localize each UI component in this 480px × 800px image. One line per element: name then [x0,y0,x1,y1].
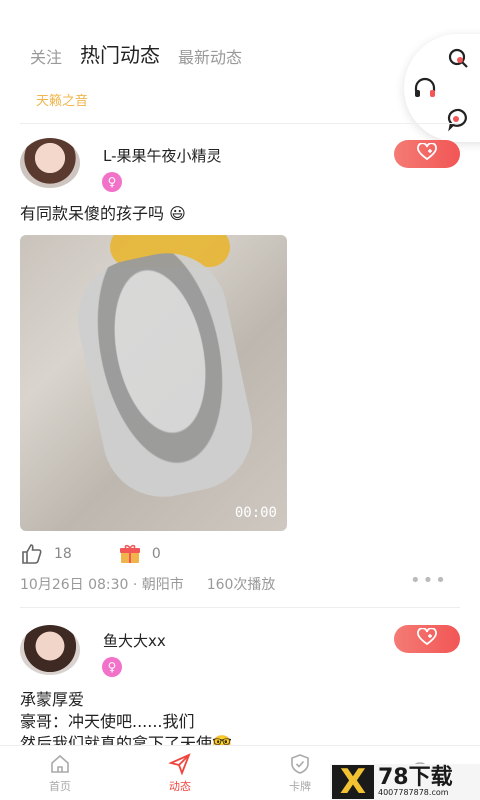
post-date: 10月26日 08:30 [20,577,129,593]
follow-button[interactable] [394,625,460,653]
home-icon [48,752,72,776]
post-username[interactable]: 鱼大大xx [103,630,166,651]
like-count: 18 [54,546,72,562]
shield-icon [288,752,312,776]
post-text: 有同款呆傻的孩子吗 😃 [20,204,186,223]
send-icon [168,752,192,776]
more-options-icon[interactable]: ••• [410,570,448,591]
search-icon[interactable] [446,46,472,72]
female-icon: ♀ [102,172,122,192]
tab-hot[interactable]: 热门动态 [76,39,165,72]
gift-count: 0 [151,546,161,562]
divider [20,123,460,124]
post-meta: 10月26日 08:30 · 朝阳市 160次播放 [20,574,275,594]
post-text-line: 承蒙厚爱 [20,690,85,709]
post-text-line: 然后我们就真的拿下了天使🤓 [20,734,232,745]
avatar[interactable] [20,625,80,675]
avatar[interactable] [20,138,80,188]
floating-actions-panel [404,34,480,142]
heart-plus-icon [417,142,437,165]
post-stats: 18 0 [20,542,161,566]
tab-latest[interactable]: 最新动态 [178,44,242,68]
heart-plus-icon [417,627,437,650]
post-username[interactable]: L-果果午夜小精灵 [103,145,222,166]
tab-follow[interactable]: 关注 [30,44,62,68]
watermark-title: 78下载 [378,765,453,790]
watermark-url: 4007787878.com [378,788,449,797]
post-text-line: 豪哥：冲天使吧......我们 [20,712,195,731]
cat-image [66,242,264,508]
nav-label: 卡牌 [289,780,311,793]
video-duration: 00:00 [234,505,277,521]
topic-tag[interactable]: 天籁之音 [36,90,88,109]
headset-icon[interactable] [412,76,438,102]
post-location: · 朝阳市 [132,577,184,593]
divider [20,607,460,608]
watermark-logo: X 78下载 4007787878.com [330,762,480,800]
nav-label: 首页 [49,780,71,793]
female-icon: ♀ [102,657,122,677]
follow-button[interactable] [394,140,460,168]
watermark-x: X [332,762,374,800]
play-count: 160次播放 [206,577,276,593]
nav-cards[interactable]: 卡牌 [260,752,340,794]
nav-feed[interactable]: 动态 [140,752,220,794]
nav-home[interactable]: 首页 [20,752,100,794]
message-icon[interactable] [446,106,472,132]
top-tabs: 关注 热门动态 最新动态 [30,38,242,72]
gift-icon[interactable] [118,542,142,566]
video-thumbnail[interactable]: 00:00 [20,235,287,531]
thumbs-up-icon[interactable] [20,542,44,566]
nav-label: 动态 [169,780,191,793]
